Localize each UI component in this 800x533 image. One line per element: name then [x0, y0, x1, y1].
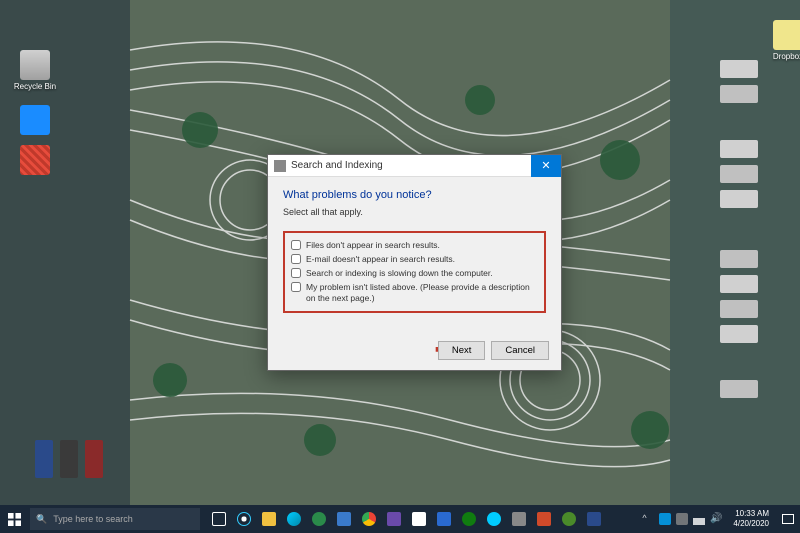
time: 10:33 AM [733, 509, 769, 519]
option-label: Files don't appear in search results. [306, 240, 440, 251]
tray-icon[interactable] [659, 513, 671, 525]
option-email[interactable]: E-mail doesn't appear in search results. [291, 254, 538, 265]
app-icon [20, 145, 50, 175]
tray-chevron-up-icon[interactable]: ^ [642, 513, 654, 525]
taskbar: 🔍 Type here to search ^ 🔊 [0, 505, 800, 533]
recycle-bin-icon [20, 50, 50, 80]
taskbar-app-cortana[interactable] [233, 508, 255, 530]
desktop-icon-recycle-bin[interactable]: Recycle Bin [10, 50, 60, 91]
taskbar-app[interactable] [483, 508, 505, 530]
task-view-button[interactable] [208, 508, 230, 530]
search-placeholder: Type here to search [53, 514, 133, 524]
icon-label: Dropbox [763, 52, 800, 61]
start-button[interactable] [0, 505, 28, 533]
shortcut-icon [773, 20, 800, 50]
taskbar-app[interactable] [583, 508, 605, 530]
system-tray: ^ 🔊 10:33 AM 4/20/2020 [642, 509, 800, 529]
app-icon [20, 105, 50, 135]
dialog-body: What problems do you notice? Select all … [268, 177, 561, 323]
checkbox[interactable] [291, 240, 301, 250]
tray-network-icon[interactable] [693, 513, 705, 525]
windows-icon [8, 513, 21, 526]
option-label: E-mail doesn't appear in search results. [306, 254, 455, 265]
next-button[interactable]: Next [438, 341, 486, 360]
clock[interactable]: 10:33 AM 4/20/2020 [727, 509, 775, 529]
taskbar-app[interactable] [558, 508, 580, 530]
notification-icon [782, 514, 794, 524]
option-label: Search or indexing is slowing down the c… [306, 268, 493, 279]
tray-volume-icon[interactable]: 🔊 [710, 513, 722, 525]
taskbar-app-explorer[interactable] [258, 508, 280, 530]
dialog-button-row: Next Cancel [438, 341, 549, 360]
taskbar-app[interactable] [383, 508, 405, 530]
search-box[interactable]: 🔍 Type here to search [30, 508, 200, 530]
date: 4/20/2020 [733, 519, 769, 529]
close-button[interactable]: ✕ [531, 155, 561, 177]
options-group: Files don't appear in search results. E-… [283, 231, 546, 313]
search-icon: 🔍 [36, 514, 47, 525]
close-icon: ✕ [541, 159, 550, 172]
taskbar-pinned [208, 508, 605, 530]
taskbar-app[interactable] [508, 508, 530, 530]
checkbox[interactable] [291, 254, 301, 264]
taskbar-app-edge[interactable] [283, 508, 305, 530]
action-center-button[interactable] [780, 511, 796, 527]
dialog-subtitle: Select all that apply. [283, 207, 546, 217]
checkbox[interactable] [291, 282, 301, 292]
option-label: My problem isn't listed above. (Please p… [306, 282, 538, 304]
icon-label: Recycle Bin [10, 82, 60, 91]
taskbar-app-chrome[interactable] [358, 508, 380, 530]
dialog-heading: What problems do you notice? [283, 189, 546, 201]
taskbar-app[interactable] [533, 508, 555, 530]
desktop: Recycle Bin Dropbox Search and Indexing … [0, 0, 800, 533]
taskbar-app-store[interactable] [408, 508, 430, 530]
taskbar-app-xbox[interactable] [458, 508, 480, 530]
option-slow[interactable]: Search or indexing is slowing down the c… [291, 268, 538, 279]
option-files[interactable]: Files don't appear in search results. [291, 240, 538, 251]
dialog-title: Search and Indexing [291, 160, 383, 171]
taskbar-app[interactable] [333, 508, 355, 530]
dialog-icon [274, 160, 286, 172]
troubleshooter-dialog: Search and Indexing ✕ What problems do y… [267, 154, 562, 371]
taskbar-app[interactable] [308, 508, 330, 530]
desktop-icon-shortcut[interactable]: Dropbox [763, 20, 800, 61]
dialog-titlebar[interactable]: Search and Indexing ✕ [268, 155, 561, 177]
checkbox[interactable] [291, 268, 301, 278]
taskbar-app-mail[interactable] [433, 508, 455, 530]
desktop-icon-app[interactable] [10, 105, 60, 137]
desktop-icon-app[interactable] [10, 145, 60, 177]
tray-icon[interactable] [676, 513, 688, 525]
option-other[interactable]: My problem isn't listed above. (Please p… [291, 282, 538, 304]
cancel-button[interactable]: Cancel [491, 341, 549, 360]
